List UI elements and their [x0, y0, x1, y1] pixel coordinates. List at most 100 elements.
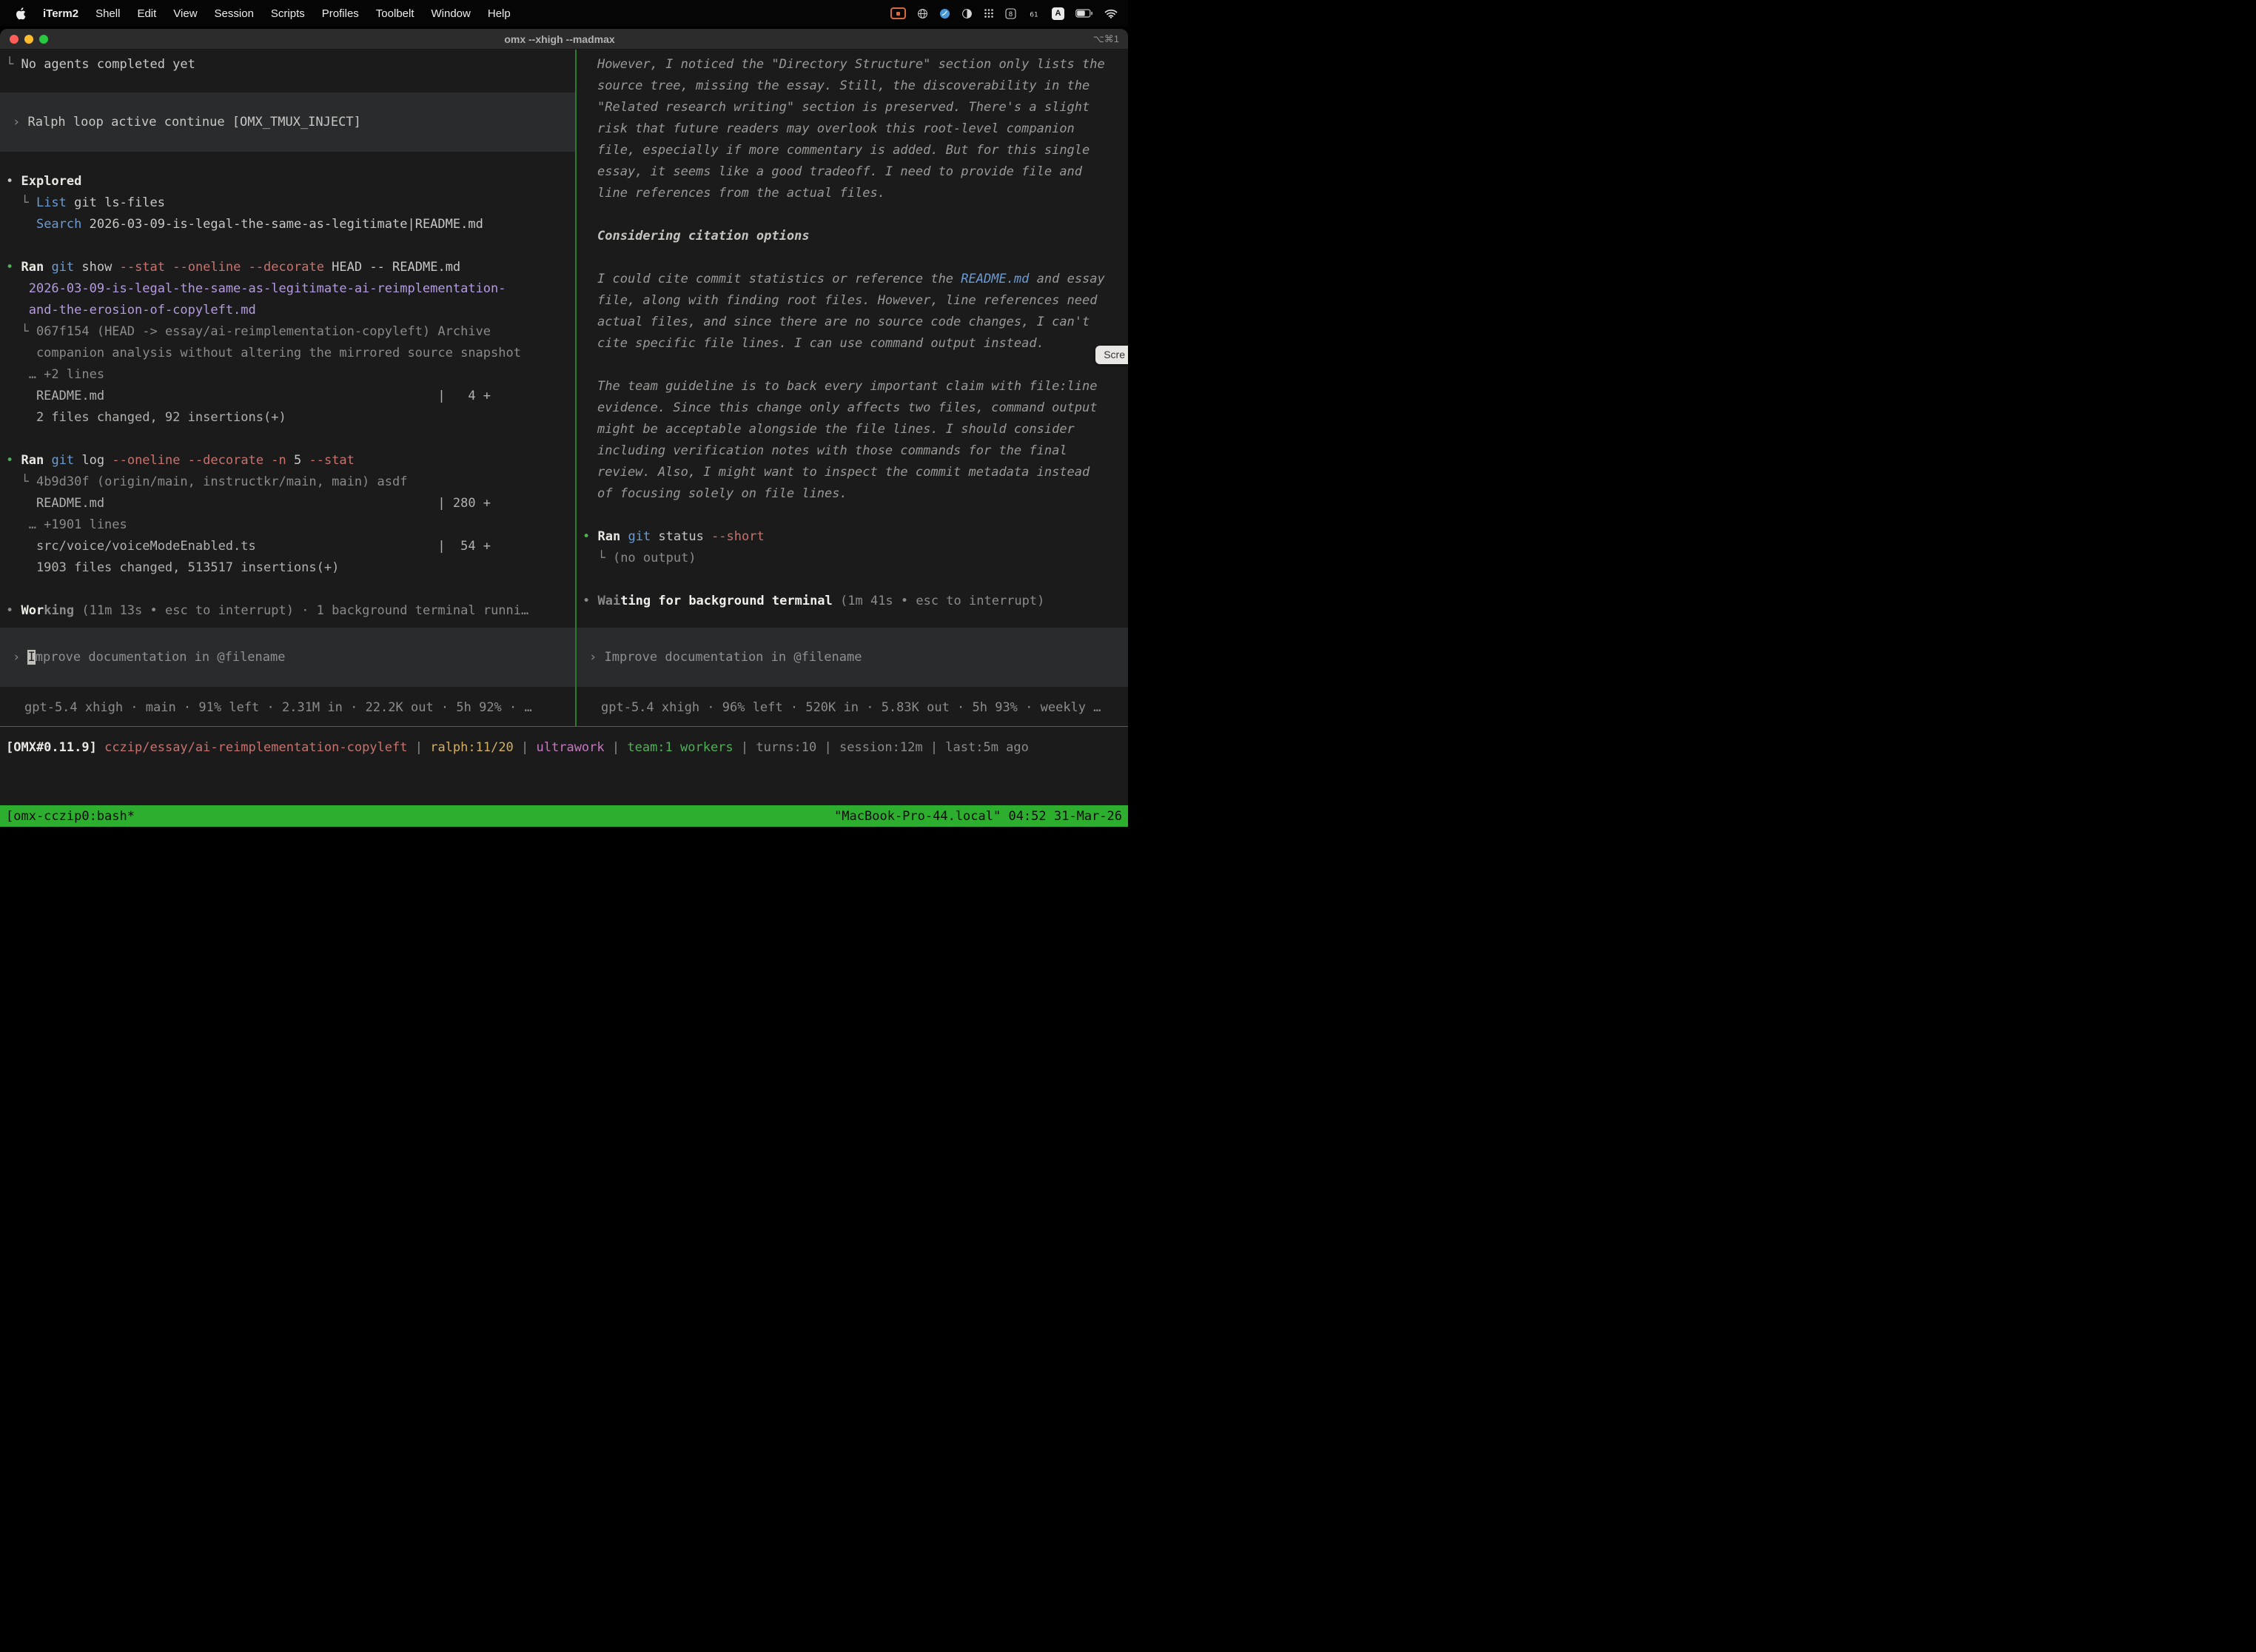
terminal-line: • Ran git log --oneline --decorate -n 5 … [6, 450, 575, 471]
text-segment: • [6, 174, 21, 189]
menu-item-iterm2[interactable]: iTerm2 [43, 7, 78, 20]
menu-item[interactable]: Toolbelt [376, 7, 414, 20]
terminal-line: Search 2026-03-09-is-legal-the-same-as-l… [6, 214, 575, 235]
window-title: omx --xhigh --madmax [63, 33, 1056, 45]
text-segment: • [6, 260, 21, 275]
battery-icon[interactable] [1075, 9, 1093, 18]
text-segment: git ls-files [67, 195, 165, 210]
text-segment: (11m 13s • esc to interrupt) · 1 backgro… [74, 603, 528, 618]
terminal-line: companion analysis without altering the … [6, 343, 575, 364]
text-segment [97, 740, 104, 755]
terminal-line: • Explored [6, 171, 575, 192]
docker-icon[interactable] [939, 8, 950, 19]
prompt-text-left: › Improve documentation in @filename [13, 647, 286, 668]
text-segment: turns:10 [756, 740, 816, 755]
text-segment: Search [36, 217, 81, 232]
traffic-lights [0, 35, 63, 44]
text-segment [6, 303, 29, 318]
menu-item[interactable]: Scripts [271, 7, 305, 20]
terminal-line: … +1901 lines [6, 514, 575, 536]
tmux-session-label[interactable]: [omx-cczip0:bash* [6, 809, 135, 824]
text-segment: The team guideline is to back every impo… [597, 379, 1098, 501]
text-segment: └ [6, 474, 36, 489]
moon-icon[interactable] [961, 8, 973, 19]
model-status-left: gpt-5.4 xhigh · main · 91% left · 2.31M … [0, 697, 575, 719]
text-segment: | [923, 740, 946, 755]
screen-recording-indicator[interactable] [890, 7, 906, 19]
text-segment [6, 217, 36, 232]
text-segment: HEAD -- README.md [324, 260, 460, 275]
text-segment: 2026-03-09-is-legal-the-same-as-legitima… [29, 281, 506, 296]
key-icon[interactable]: 8 [1005, 8, 1016, 19]
text-segment: README.md [961, 272, 1029, 286]
blank-line [6, 235, 575, 257]
tmux-pane-left[interactable]: └ No agents completed yet › Ralph loop a… [0, 50, 575, 726]
text-segment: › [13, 115, 27, 130]
menu-item[interactable]: Edit [137, 7, 156, 20]
text-segment [44, 453, 51, 468]
omx-status-line: [OMX#0.11.9] cczip/essay/ai-reimplementa… [0, 727, 1128, 769]
text-segment: --short [711, 529, 765, 544]
menu-item[interactable]: Profiles [322, 7, 359, 20]
text-segment: | [816, 740, 839, 755]
text-segment: Wai [597, 594, 620, 608]
text-segment: I [27, 650, 35, 665]
menu-item[interactable]: Window [432, 7, 471, 20]
keyboard-layout-icon[interactable]: A [1052, 7, 1064, 20]
text-segment: king [44, 603, 74, 618]
zoom-button[interactable] [39, 35, 48, 44]
agents-status-line: └ No agents completed yet [6, 54, 575, 75]
wifi-icon[interactable] [1104, 8, 1118, 19]
terminal-filler [0, 769, 1128, 805]
screen-share-overlay[interactable]: Scre [1095, 346, 1128, 364]
right-pane-output: However, I noticed the "Directory Struct… [583, 54, 1128, 612]
minimize-button[interactable] [24, 35, 33, 44]
close-button[interactable] [10, 35, 19, 44]
text-segment: ting for background terminal [620, 594, 833, 608]
window-title-bar[interactable]: omx --xhigh --madmax ⌥⌘1 [0, 29, 1128, 50]
apple-menu[interactable] [15, 7, 26, 20]
text-segment: However, I noticed the "Directory Struct… [597, 57, 1105, 201]
menu-item[interactable]: Shell [95, 7, 120, 20]
text-segment: mprove documentation in @filename [36, 650, 286, 665]
text-segment: git [51, 453, 74, 468]
blank-line [583, 569, 1128, 591]
text-segment: └ [6, 57, 21, 72]
text-segment: … +2 lines [6, 367, 104, 382]
menu-item[interactable]: Help [488, 7, 511, 20]
text-segment: └ [6, 324, 36, 339]
terminal-line: └ List git ls-files [6, 192, 575, 214]
apps-grid-icon[interactable] [984, 8, 994, 19]
left-pane-output: • Explored └ List git ls-files Search 20… [6, 171, 575, 622]
text-segment: • [6, 603, 21, 618]
terminal-line: and-the-erosion-of-copyleft.md [6, 300, 575, 321]
tmux-pane-right[interactable]: However, I noticed the "Directory Struct… [577, 50, 1128, 726]
prompt-input-right[interactable]: › Improve documentation in @filename [577, 628, 1128, 687]
menu-item[interactable]: View [173, 7, 197, 20]
model-status-right: gpt-5.4 xhigh · 96% left · 520K in · 5.8… [577, 697, 1128, 719]
text-segment: 1903 files changed, 513517 insertions(+) [6, 560, 339, 575]
terminal-line: 2026-03-09-is-legal-the-same-as-legitima… [6, 278, 575, 300]
menu-items: Shell Edit View Session Scripts Profiles Toolb… [95, 7, 511, 20]
terminal-paragraph: Considering citation options [597, 226, 1108, 247]
menu-item[interactable]: Session [215, 7, 254, 20]
text-segment: --stat [309, 453, 354, 468]
text-segment: ralph:11/20 [430, 740, 514, 755]
text-segment: › [589, 650, 604, 665]
text-segment: --oneline --decorate -n [112, 453, 286, 468]
terminal-line: • Working (11m 13s • esc to interrupt) ·… [6, 600, 575, 622]
terminal-line: • Ran git show --stat --oneline --decora… [6, 257, 575, 278]
text-segment: (1m 41s • esc to interrupt) [833, 594, 1045, 608]
text-segment [6, 281, 29, 296]
menu-bar: iTerm2 Shell Edit View Session Scripts Profil… [0, 0, 1128, 27]
tmux-host-clock: "MacBook-Pro-44.local" 04:52 31-Mar-26 [834, 809, 1122, 824]
prompt-input-left[interactable]: › Improve documentation in @filename [0, 628, 575, 687]
text-segment: last:5m ago [945, 740, 1029, 755]
battery-percent-icon[interactable]: 61 [1027, 8, 1041, 19]
terminal-line: └ 4b9d30f (origin/main, instructkr/main,… [6, 471, 575, 493]
terminal-paragraph: I could cite commit statistics or refere… [597, 269, 1108, 355]
text-segment: | [605, 740, 628, 755]
globe-icon[interactable] [917, 8, 928, 19]
text-segment: 5 [286, 453, 309, 468]
text-segment: | [514, 740, 537, 755]
